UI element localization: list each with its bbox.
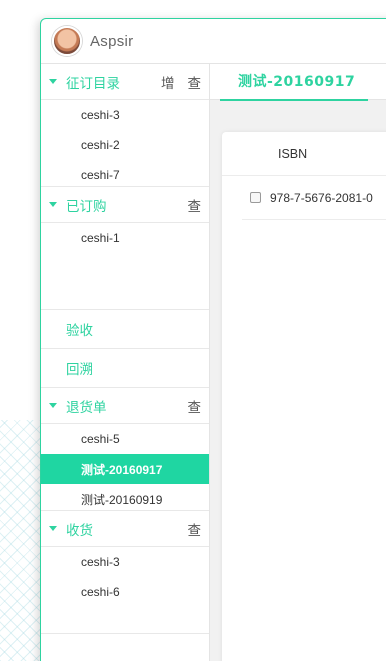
list-item[interactable]: ceshi-5 bbox=[41, 424, 209, 454]
brand-name: Aspsir bbox=[90, 32, 134, 50]
section-title: 收货 bbox=[66, 522, 93, 539]
sidebar-link-acceptance[interactable]: 验收 bbox=[41, 310, 209, 349]
list-item[interactable]: ceshi-6 bbox=[41, 577, 209, 607]
list-item[interactable]: ceshi-1 bbox=[41, 223, 209, 253]
table-header: ISBN bbox=[222, 132, 386, 176]
section-actions: 查 bbox=[175, 187, 202, 223]
list-item[interactable]: ceshi-3 bbox=[41, 100, 209, 130]
main-content: 测试-20160917 ISBN 978-7-5676-2081-0 bbox=[210, 64, 386, 661]
sidebar: 征订目录 增 查 ceshi-3 ceshi-2 ceshi-7 已订购 查 c… bbox=[41, 64, 210, 661]
search-button[interactable]: 查 bbox=[188, 72, 202, 92]
sidebar-link-backtrack[interactable]: 回溯 bbox=[41, 349, 209, 388]
section-actions: 增 查 bbox=[148, 64, 201, 100]
list-item-active[interactable]: 测试-20160917 bbox=[41, 454, 209, 484]
tab-return-order[interactable]: 测试-20160917 bbox=[238, 64, 355, 100]
user-avatar-icon[interactable] bbox=[52, 26, 82, 56]
app-header: Aspsir bbox=[41, 19, 386, 64]
caret-down-icon bbox=[49, 79, 57, 84]
table-row[interactable]: 978-7-5676-2081-0 bbox=[242, 176, 386, 220]
sub-list: ceshi-3 ceshi-6 bbox=[41, 547, 209, 634]
section-actions: 查 bbox=[175, 511, 202, 547]
app-window: Aspsir 征订目录 增 查 ceshi-3 ceshi-2 ceshi-7 … bbox=[40, 18, 386, 661]
list-item[interactable]: ceshi-7 bbox=[41, 160, 209, 190]
row-checkbox[interactable] bbox=[250, 192, 261, 203]
sub-list: ceshi-1 bbox=[41, 223, 209, 310]
list-item[interactable]: ceshi-3 bbox=[41, 547, 209, 577]
sidebar-section-return-orders[interactable]: 退货单 查 bbox=[41, 388, 209, 424]
add-button[interactable]: 增 bbox=[161, 72, 175, 92]
sidebar-section-receiving[interactable]: 收货 查 bbox=[41, 511, 209, 547]
caret-down-icon bbox=[49, 526, 57, 531]
tab-bar: 测试-20160917 bbox=[210, 64, 386, 101]
content-panel: ISBN 978-7-5676-2081-0 bbox=[222, 132, 386, 661]
section-actions: 查 bbox=[175, 388, 202, 424]
search-button[interactable]: 查 bbox=[188, 195, 202, 215]
sidebar-section-ordered[interactable]: 已订购 查 bbox=[41, 187, 209, 223]
list-item[interactable]: 测试-20160919 bbox=[41, 484, 209, 514]
caret-down-icon bbox=[49, 403, 57, 408]
active-tab-indicator bbox=[220, 99, 368, 101]
section-title: 已订购 bbox=[66, 198, 107, 215]
sub-list: ceshi-3 ceshi-2 ceshi-7 bbox=[41, 100, 209, 187]
sidebar-section-subscription-catalog[interactable]: 征订目录 增 查 bbox=[41, 64, 209, 100]
column-header-isbn: ISBN bbox=[278, 146, 308, 161]
search-button[interactable]: 查 bbox=[188, 519, 202, 539]
list-item[interactable]: ceshi-2 bbox=[41, 130, 209, 160]
isbn-cell: 978-7-5676-2081-0 bbox=[270, 190, 373, 205]
caret-down-icon bbox=[49, 202, 57, 207]
sub-list: ceshi-5 测试-20160917 测试-20160919 bbox=[41, 424, 209, 511]
section-title: 退货单 bbox=[66, 399, 107, 416]
search-button[interactable]: 查 bbox=[188, 396, 202, 416]
section-title: 征订目录 bbox=[66, 75, 120, 92]
